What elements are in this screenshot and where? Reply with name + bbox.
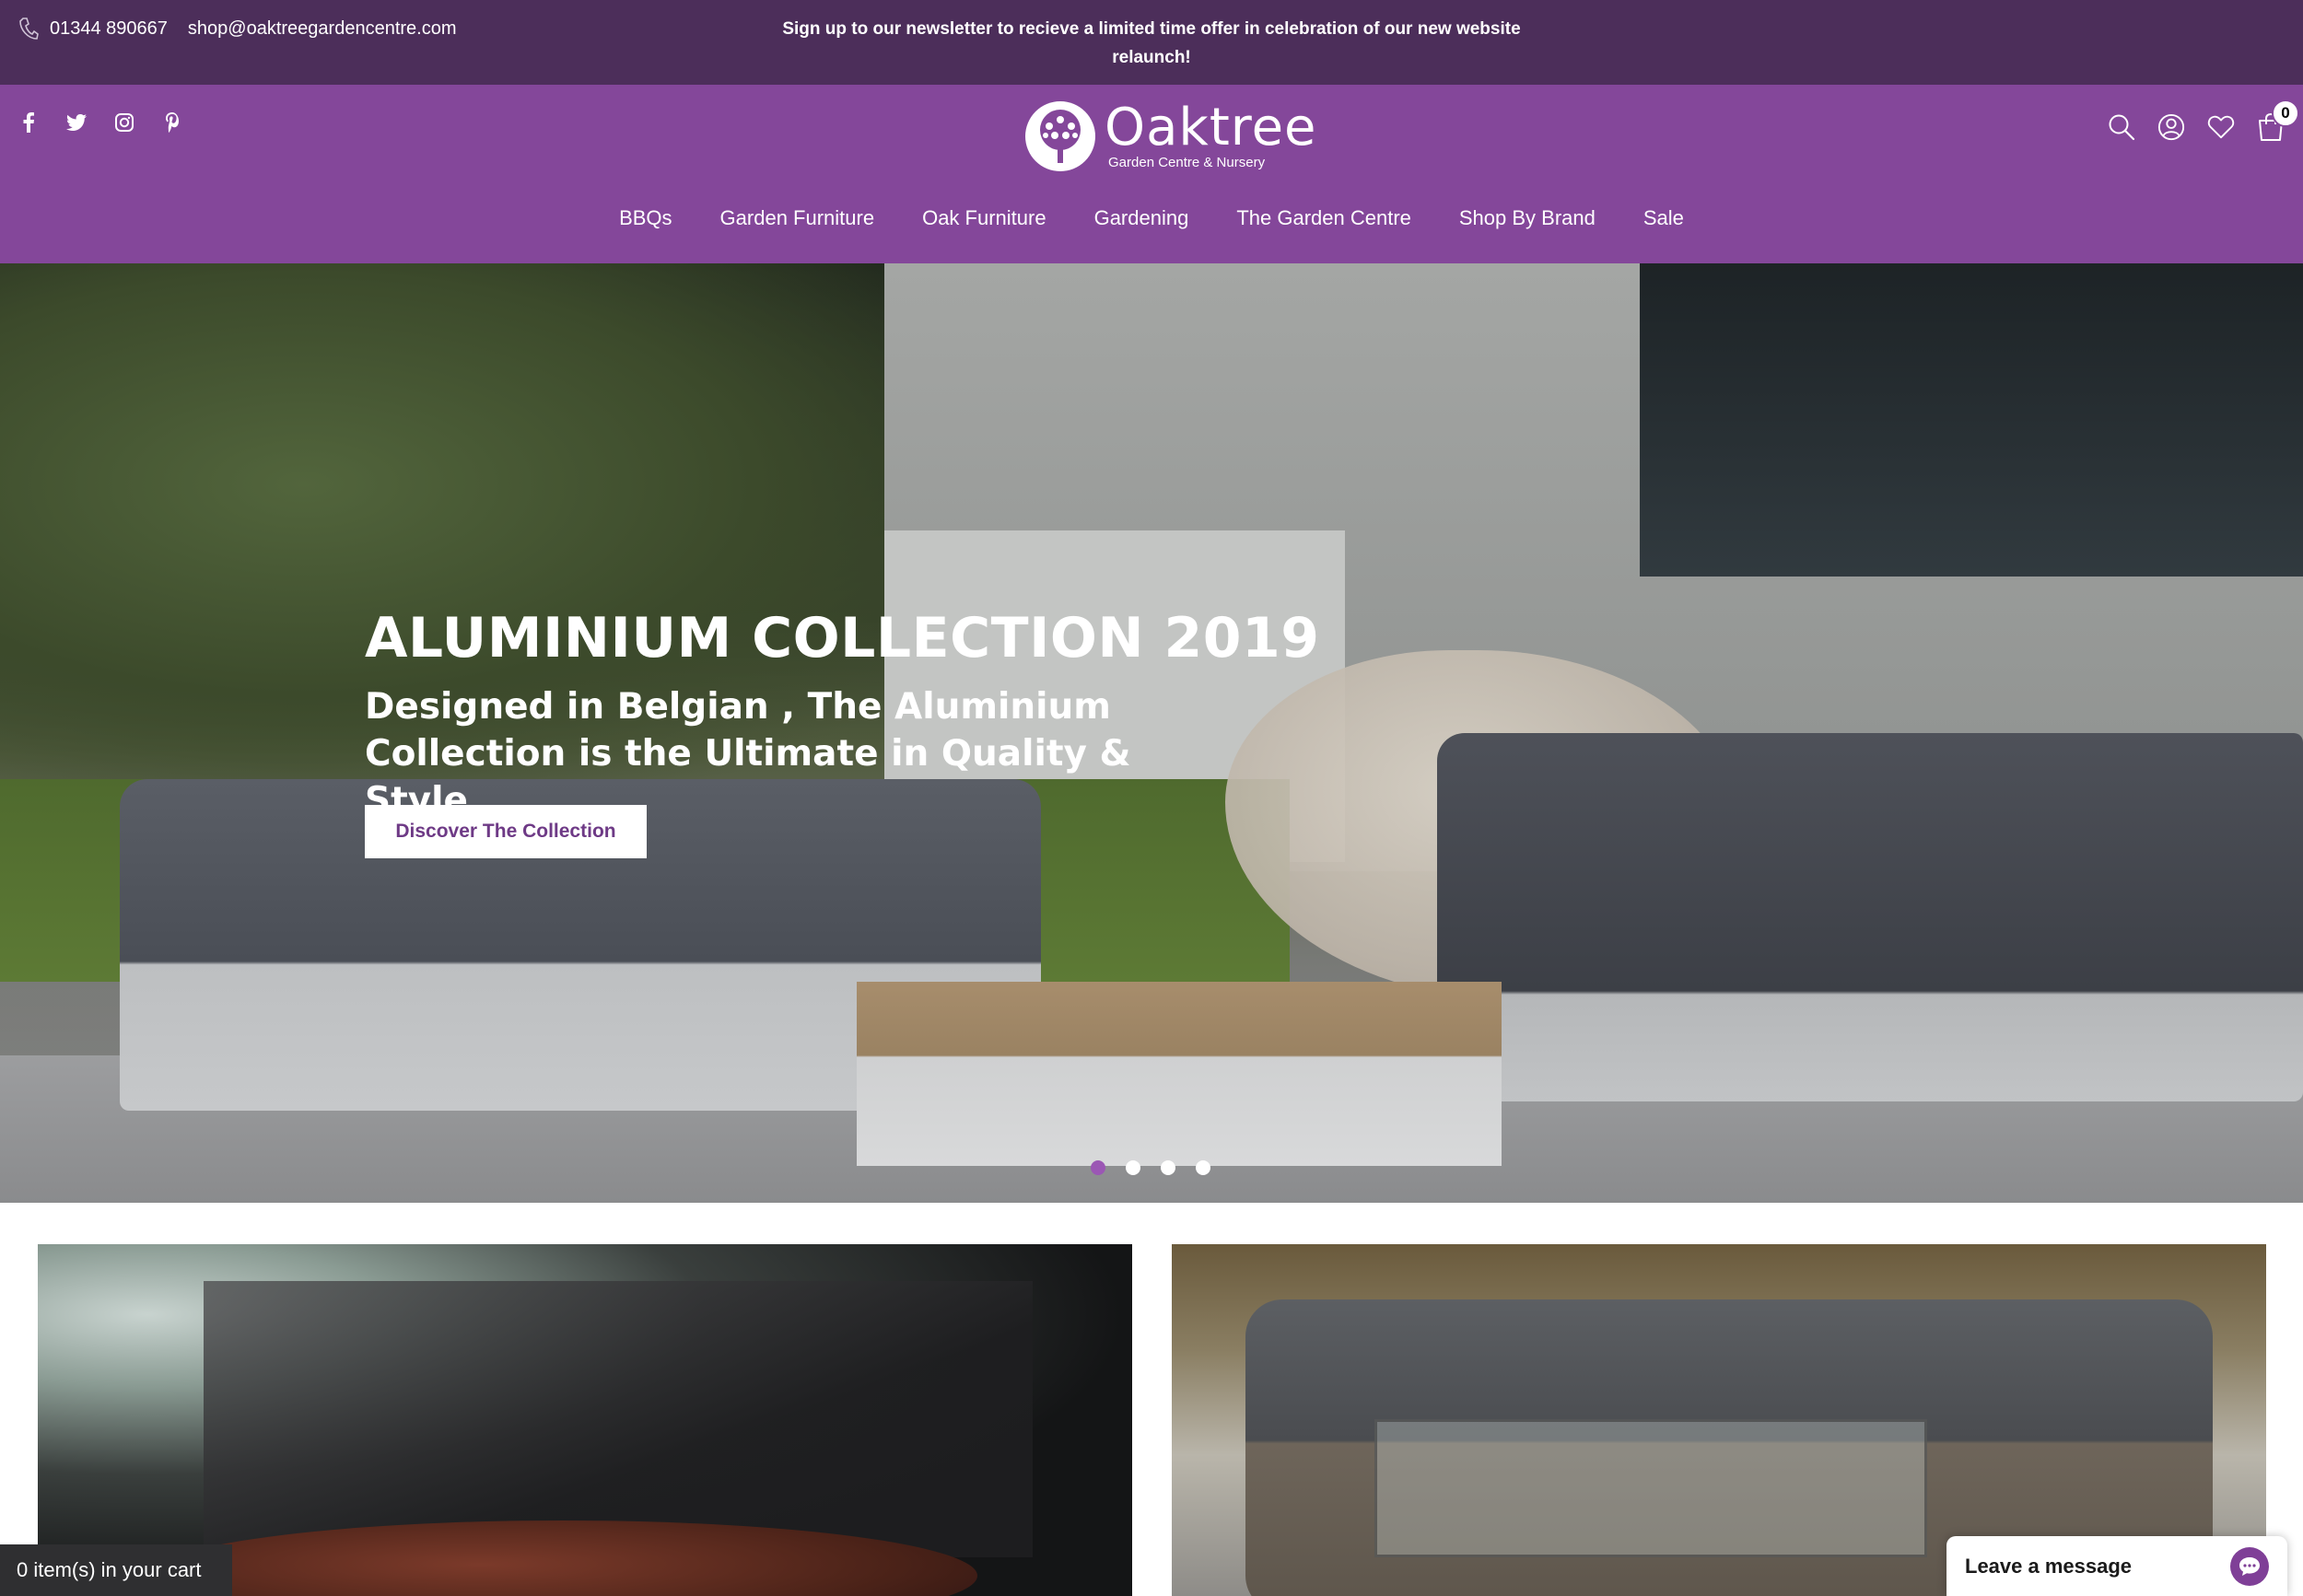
phone-icon [18,17,39,41]
pinterest-icon[interactable] [162,112,182,133]
contact-info: 01344 890667 shop@oaktreegardencentre.co… [18,17,457,41]
nav-item-the-garden-centre[interactable]: The Garden Centre [1236,206,1411,230]
oaktree-logo[interactable]: Oaktree Garden Centre & Nursery [1025,101,1316,171]
nav-item-shop-by-brand[interactable]: Shop By Brand [1459,206,1596,230]
hero-image-window [1640,263,2303,577]
nav-item-bbqs[interactable]: BBQs [619,206,672,230]
logo-text: Oaktree Garden Centre & Nursery [1105,97,1317,170]
twitter-icon[interactable] [66,112,87,133]
slider-dot-1[interactable] [1091,1160,1105,1175]
top-info-bar: 01344 890667 shop@oaktreegardencentre.co… [0,0,2303,85]
nav-item-sale[interactable]: Sale [1643,206,1684,230]
slider-dot-2[interactable] [1126,1160,1140,1175]
newsletter-promo[interactable]: Sign up to our newsletter to recieve a l… [765,15,1538,72]
tree-logo-icon [1025,101,1095,171]
main-navigation: BBQs Garden Furniture Oak Furniture Gard… [0,206,2303,230]
account-icon[interactable] [2157,112,2185,142]
hero-image-sofa-right [1437,733,2303,1101]
cart-icon[interactable]: 0 [2257,99,2299,142]
instagram-icon[interactable] [114,112,134,133]
bbq-category-tile[interactable] [38,1244,1132,1596]
hero-slider: ALUMINIUM COLLECTION 2019 Designed in Be… [0,263,2303,1203]
chat-widget[interactable]: Leave a message [1946,1536,2287,1596]
slider-dot-3[interactable] [1161,1160,1175,1175]
search-icon[interactable] [2108,112,2135,142]
logo-name: Oaktree [1105,97,1317,157]
site-header: Oaktree Garden Centre & Nursery 0 BBQs G… [0,85,2303,263]
hero-caption: ALUMINIUM COLLECTION 2019 Designed in Be… [365,606,1320,824]
nav-item-oak-furniture[interactable]: Oak Furniture [922,206,1046,230]
hero-subtitle: Designed in Belgian , The Aluminium Coll… [365,686,1131,821]
nav-item-garden-furniture[interactable]: Garden Furniture [720,206,875,230]
tile-image-glass-table [1374,1419,1927,1557]
nav-item-gardening[interactable]: Gardening [1094,206,1189,230]
cart-summary-bar[interactable]: 0 item(s) in your cart [0,1544,232,1596]
tile-image-grill [204,1281,1033,1557]
chat-bubble-icon[interactable] [2230,1547,2269,1586]
chat-label: Leave a message [1965,1554,2133,1578]
hero-image-coffee-table [857,982,1502,1166]
wishlist-icon[interactable] [2207,112,2235,142]
email-address[interactable]: shop@oaktreegardencentre.com [188,18,457,40]
social-links [18,112,182,133]
discover-collection-button[interactable]: Discover The Collection [365,805,647,858]
hero-title: ALUMINIUM COLLECTION 2019 [365,606,1320,670]
slider-dots [1091,1160,1210,1175]
facebook-icon[interactable] [18,112,39,133]
page: 01344 890667 shop@oaktreegardencentre.co… [0,0,2303,1596]
slider-dot-4[interactable] [1196,1160,1210,1175]
cart-count-badge: 0 [2272,99,2299,127]
phone-number[interactable]: 01344 890667 [50,18,168,40]
header-actions: 0 [2108,99,2299,142]
